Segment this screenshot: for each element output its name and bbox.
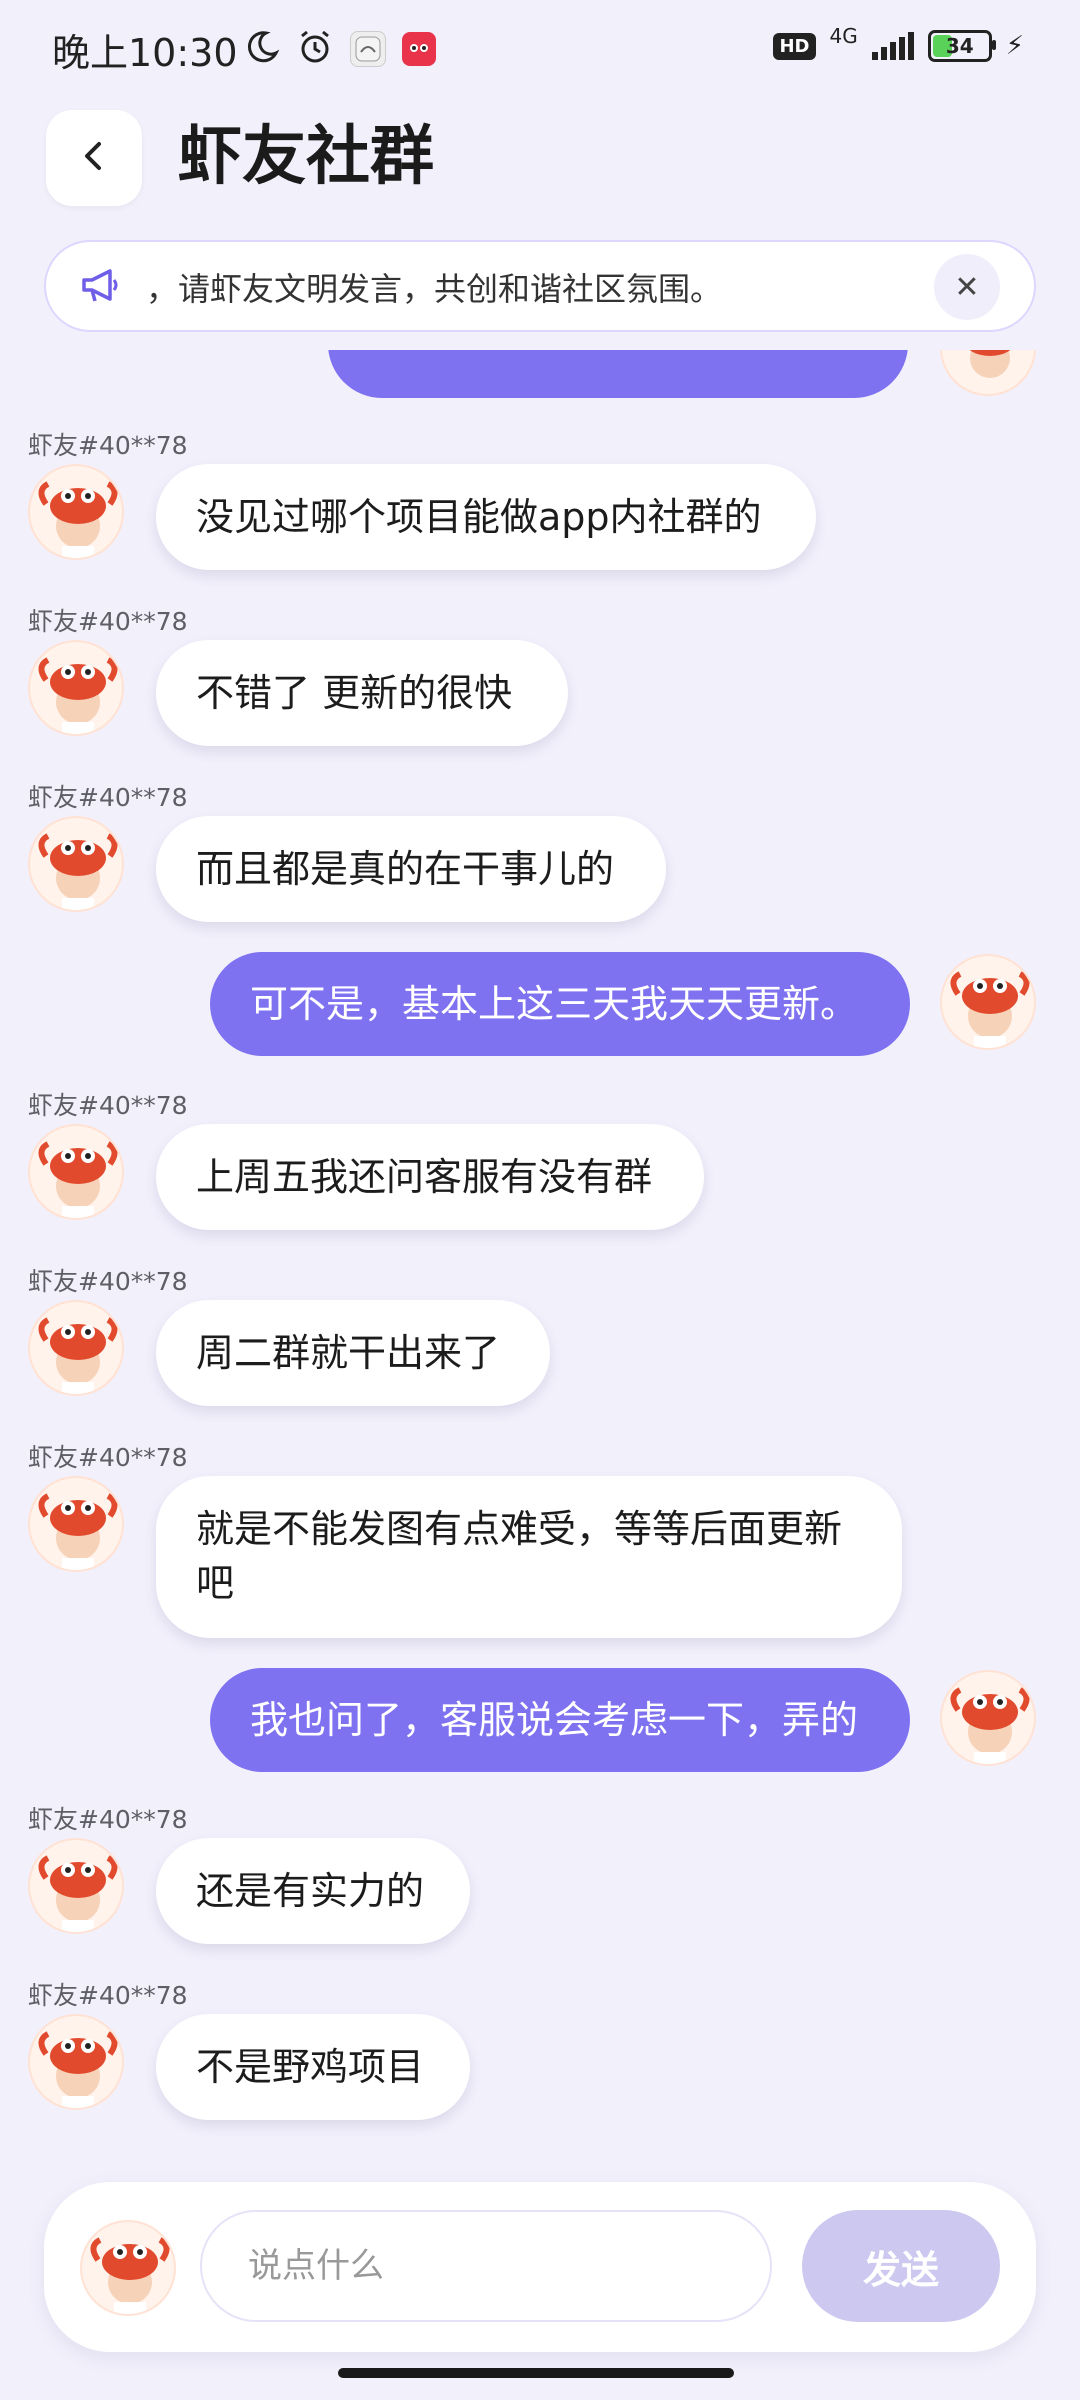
avatar[interactable] (28, 816, 124, 912)
sender-name: 虾友#40**78 (28, 1091, 188, 1120)
status-time: 晚上10:30 (52, 31, 238, 75)
status-left-icons (244, 28, 436, 70)
charging-icon: ⚡ (1005, 31, 1024, 61)
chat-list[interactable]: 虾友#40**78 没见过哪个项目能做app内社群的 虾友#40**78 不错了… (0, 350, 1080, 2160)
announcement-bar[interactable]: ，请虾友文明发言，共创和谐社区氛围。 ✕ (44, 240, 1036, 332)
back-icon (74, 136, 114, 180)
message-bubble: 不错了 更新的很快 (156, 640, 568, 746)
message-bubble: 没见过哪个项目能做app内社群的 (156, 464, 816, 570)
hd-icon: HD (773, 32, 816, 60)
battery-icon: 34 (927, 30, 996, 62)
message-input[interactable]: 说点什么 (200, 2210, 772, 2322)
close-icon[interactable]: ✕ (934, 254, 1000, 320)
page-title: 虾友社群 (178, 120, 434, 194)
sender-name: 虾友#40**78 (28, 1267, 188, 1296)
sender-name: 虾友#40**78 (28, 1443, 188, 1472)
avatar[interactable] (28, 1838, 124, 1934)
send-button[interactable]: 发送 (802, 2210, 1000, 2322)
avatar[interactable] (28, 1300, 124, 1396)
message-text-line: 吧 (196, 1561, 235, 1605)
sender-name: 虾友#40**78 (28, 1805, 188, 1834)
sender-name: 虾友#40**78 (28, 431, 188, 460)
avatar[interactable] (28, 464, 124, 560)
battery-level: 34 (945, 34, 974, 58)
message-bubble: 而且都是真的在干事儿的 (156, 816, 666, 922)
message-bubble: 还是有实力的 (156, 1838, 470, 1944)
announcement-text: ，请虾友文明发言，共创和谐社区氛围。 (146, 270, 723, 308)
avatar[interactable] (28, 1476, 124, 1572)
avatar[interactable] (28, 640, 124, 736)
alarm-icon (296, 28, 334, 70)
composer-bar: 说点什么 发送 (44, 2182, 1036, 2352)
home-indicator[interactable] (338, 2368, 734, 2378)
sender-name: 虾友#40**78 (28, 607, 188, 636)
message-bubble: 就是不能发图有点难受，等等后面更新 吧 (156, 1476, 902, 1638)
message-text-line: 就是不能发图有点难受，等等后面更新 (196, 1507, 843, 1551)
sender-name: 虾友#40**78 (28, 1981, 188, 2010)
outgoing-bubble: 我也问了，客服说会考虑一下，弄的 (210, 1668, 910, 1772)
avatar[interactable] (28, 2014, 124, 2110)
avatar[interactable] (940, 1670, 1036, 1766)
status-right-icons: HD 4G 34 ⚡ (773, 24, 1024, 62)
network-type: 4G (829, 24, 858, 48)
moon-icon (244, 29, 280, 69)
outgoing-bubble: 可不是，基本上这三天我天天更新。 (210, 952, 910, 1056)
signal-icon (871, 32, 914, 60)
app-icon (350, 31, 386, 67)
status-bar: 晚上10:30 HD 4G 34 ⚡ (0, 0, 1080, 96)
back-button[interactable] (46, 110, 142, 206)
megaphone-icon (80, 266, 124, 310)
avatar[interactable] (940, 954, 1036, 1050)
outgoing-bubble (328, 350, 908, 398)
app-icon (402, 32, 436, 66)
message-bubble: 不是野鸡项目 (156, 2014, 470, 2120)
message-bubble: 上周五我还问客服有没有群 (156, 1124, 704, 1230)
avatar[interactable] (28, 1124, 124, 1220)
avatar (940, 350, 1036, 396)
sender-name: 虾友#40**78 (28, 783, 188, 812)
message-bubble: 周二群就干出来了 (156, 1300, 550, 1406)
avatar[interactable] (80, 2220, 176, 2316)
